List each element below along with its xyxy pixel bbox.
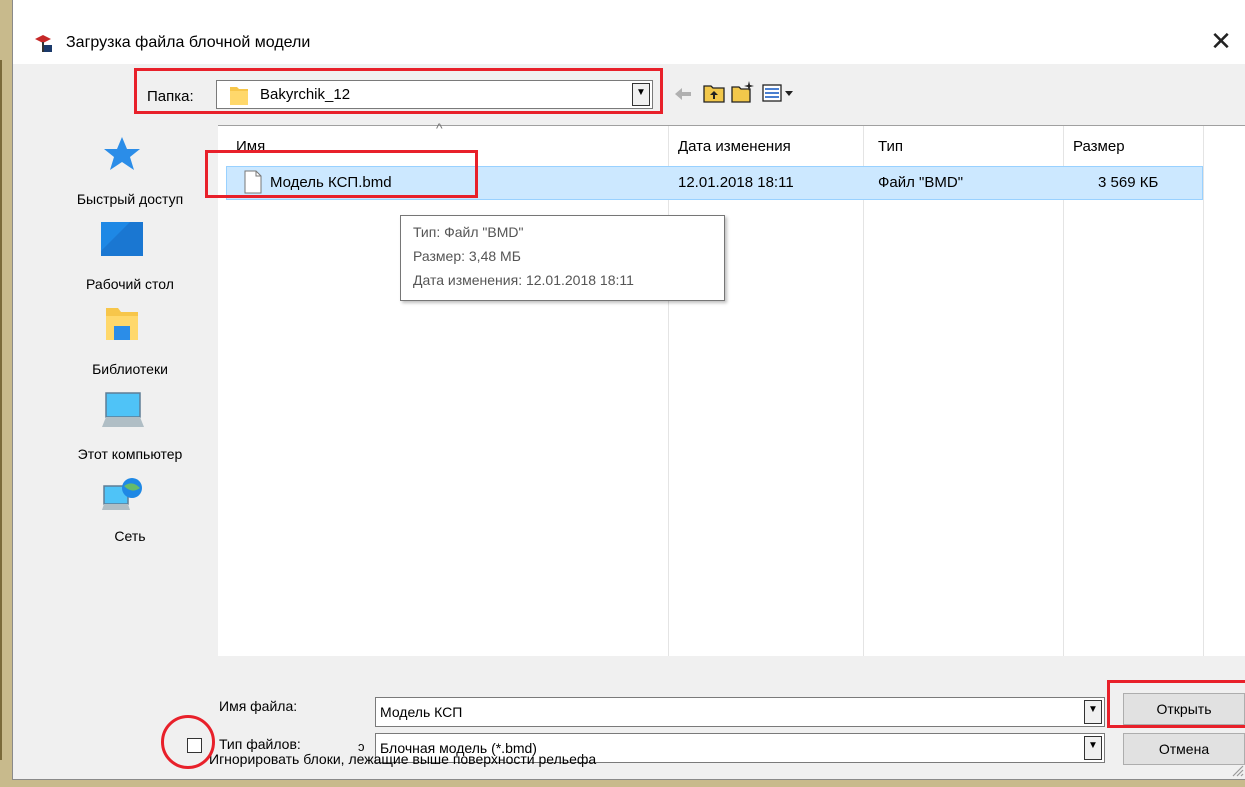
filename-value: Модель КСП (380, 704, 463, 720)
column-separator (1063, 126, 1064, 656)
ignore-blocks-label: Игнорировать блоки, лежащие выше поверхн… (209, 751, 597, 767)
view-menu-icon[interactable] (762, 84, 794, 102)
column-separator (1203, 126, 1204, 656)
title-bar: Загрузка файла блочной модели ✕ (13, 0, 1245, 64)
file-type: Файл "BMD" (878, 174, 964, 191)
filetype-label: Тип файлов: (219, 736, 301, 752)
close-button[interactable]: ✕ (1206, 26, 1236, 56)
filename-field[interactable]: Модель КСП ▼ (375, 697, 1105, 727)
place-label: Сеть (114, 528, 146, 544)
column-separator (863, 126, 864, 656)
place-computer[interactable]: Этот компьютер (35, 391, 225, 471)
place-label: Библиотеки (92, 361, 168, 377)
places-bar: Быстрый доступ Рабочий стол Библиотеки Э… (35, 126, 225, 646)
new-folder-icon[interactable] (731, 80, 755, 103)
place-label: Этот компьютер (77, 446, 183, 462)
column-header-size[interactable]: Размер (1073, 138, 1125, 155)
sort-ascending-icon: ^ (436, 120, 443, 136)
chevron-down-icon[interactable]: ▼ (1084, 736, 1102, 760)
highlight-open-button (1107, 680, 1245, 728)
network-icon (102, 478, 142, 510)
file-date: 12.01.2018 18:11 (678, 174, 794, 191)
up-folder-icon[interactable] (703, 83, 725, 103)
place-desktop[interactable]: Рабочий стол (35, 221, 225, 301)
dialog-title: Загрузка файла блочной модели (66, 34, 311, 51)
chevron-down-icon[interactable]: ▼ (1084, 700, 1102, 724)
place-network[interactable]: Сеть (35, 476, 225, 556)
file-tooltip: Тип: Файл "BMD" Размер: 3,48 МБ Дата изм… (400, 215, 725, 301)
desktop-icon (101, 222, 143, 256)
highlight-file-row (205, 150, 478, 198)
tooltip-type: Тип: Файл "BMD" (413, 224, 524, 240)
file-list[interactable]: ^ Имя Дата изменения Тип Размер Модель К… (218, 120, 1245, 656)
place-libraries[interactable]: Библиотеки (35, 306, 225, 386)
cancel-button[interactable]: Отмена (1123, 733, 1245, 765)
resize-grip-icon[interactable] (1230, 763, 1244, 777)
place-label: Быстрый доступ (76, 191, 184, 207)
column-separator (668, 126, 669, 656)
tooltip-date: Дата изменения: 12.01.2018 18:11 (413, 272, 634, 288)
file-open-dialog: Загрузка файла блочной модели ✕ Папка: B… (12, 0, 1245, 780)
place-label: Рабочий стол (86, 276, 174, 292)
back-arrow-icon[interactable] (673, 86, 693, 102)
computer-icon (102, 392, 144, 427)
filename-label: Имя файла: (219, 698, 298, 714)
column-header-date[interactable]: Дата изменения (678, 138, 791, 155)
star-icon (104, 137, 140, 170)
file-size: 3 569 КБ (1098, 174, 1159, 191)
background-map (0, 60, 2, 760)
tooltip-size: Размер: 3,48 МБ (413, 248, 521, 264)
place-quick-access[interactable]: Быстрый доступ (35, 136, 225, 216)
app-icon (33, 33, 53, 53)
column-header-type[interactable]: Тип (878, 138, 903, 155)
libraries-icon (106, 308, 138, 340)
highlight-folder-row (134, 68, 663, 114)
highlight-checkbox (161, 715, 215, 769)
